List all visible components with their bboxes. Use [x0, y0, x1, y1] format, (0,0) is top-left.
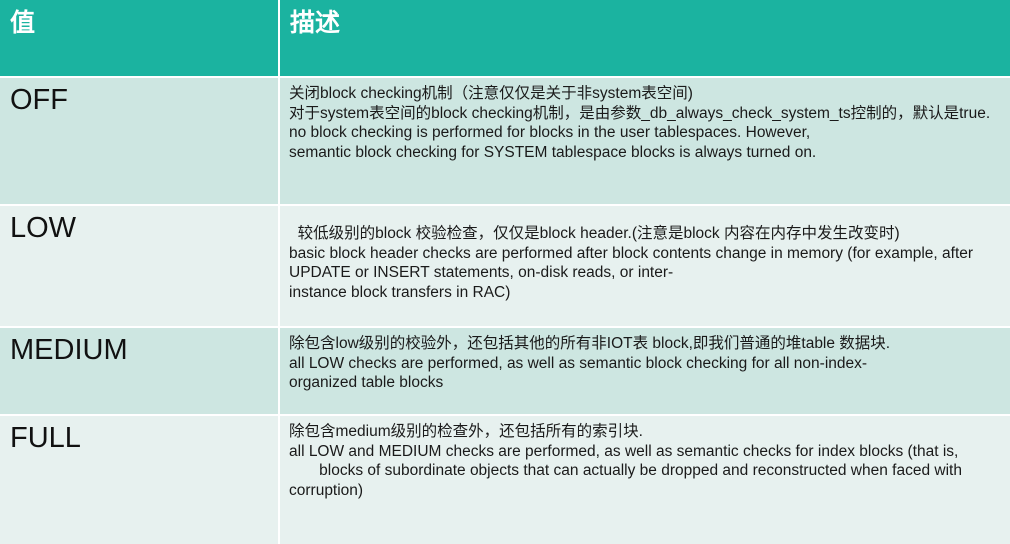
table-row: LOW 较低级别的block 校验检查，仅仅是block header.(注意是…: [0, 206, 1010, 326]
table-header-row: 值 描述: [0, 0, 1010, 76]
value-cell: FULL: [0, 416, 278, 544]
description-text: 关闭block checking机制（注意仅仅是关于非system表空间) 对于…: [289, 85, 991, 161]
description-text: 较低级别的block 校验检查，仅仅是block header.(注意是bloc…: [289, 225, 974, 301]
header-cell-description: 描述: [280, 0, 1010, 76]
value-text: FULL: [10, 422, 81, 454]
description-text: 除包含medium级别的检查外，还包括所有的索引块. all LOW and M…: [289, 423, 962, 499]
header-cell-value: 值: [0, 0, 278, 76]
value-text: LOW: [10, 212, 77, 244]
value-cell: MEDIUM: [0, 328, 278, 414]
value-text: OFF: [10, 84, 68, 116]
description-cell: 除包含medium级别的检查外，还包括所有的索引块. all LOW and M…: [280, 416, 1010, 544]
value-text: MEDIUM: [10, 334, 128, 366]
parameter-table: 值 描述 OFF 关闭block checking机制（注意仅仅是关于非syst…: [0, 0, 1010, 544]
table-row: MEDIUM 除包含low级别的校验外，还包括其他的所有非IOT表 block,…: [0, 328, 1010, 414]
description-text: 除包含low级别的校验外，还包括其他的所有非IOT表 block,即我们普通的堆…: [289, 335, 891, 392]
value-cell: LOW: [0, 206, 278, 326]
description-cell: 除包含low级别的校验外，还包括其他的所有非IOT表 block,即我们普通的堆…: [280, 328, 1010, 414]
value-cell: OFF: [0, 78, 278, 204]
header-value-label: 值: [10, 8, 36, 37]
description-cell: 关闭block checking机制（注意仅仅是关于非system表空间) 对于…: [280, 78, 1010, 204]
table-row: OFF 关闭block checking机制（注意仅仅是关于非system表空间…: [0, 78, 1010, 204]
table-row: FULL 除包含medium级别的检查外，还包括所有的索引块. all LOW …: [0, 416, 1010, 544]
description-cell: 较低级别的block 校验检查，仅仅是block header.(注意是bloc…: [280, 206, 1010, 326]
header-description-label: 描述: [290, 8, 341, 37]
